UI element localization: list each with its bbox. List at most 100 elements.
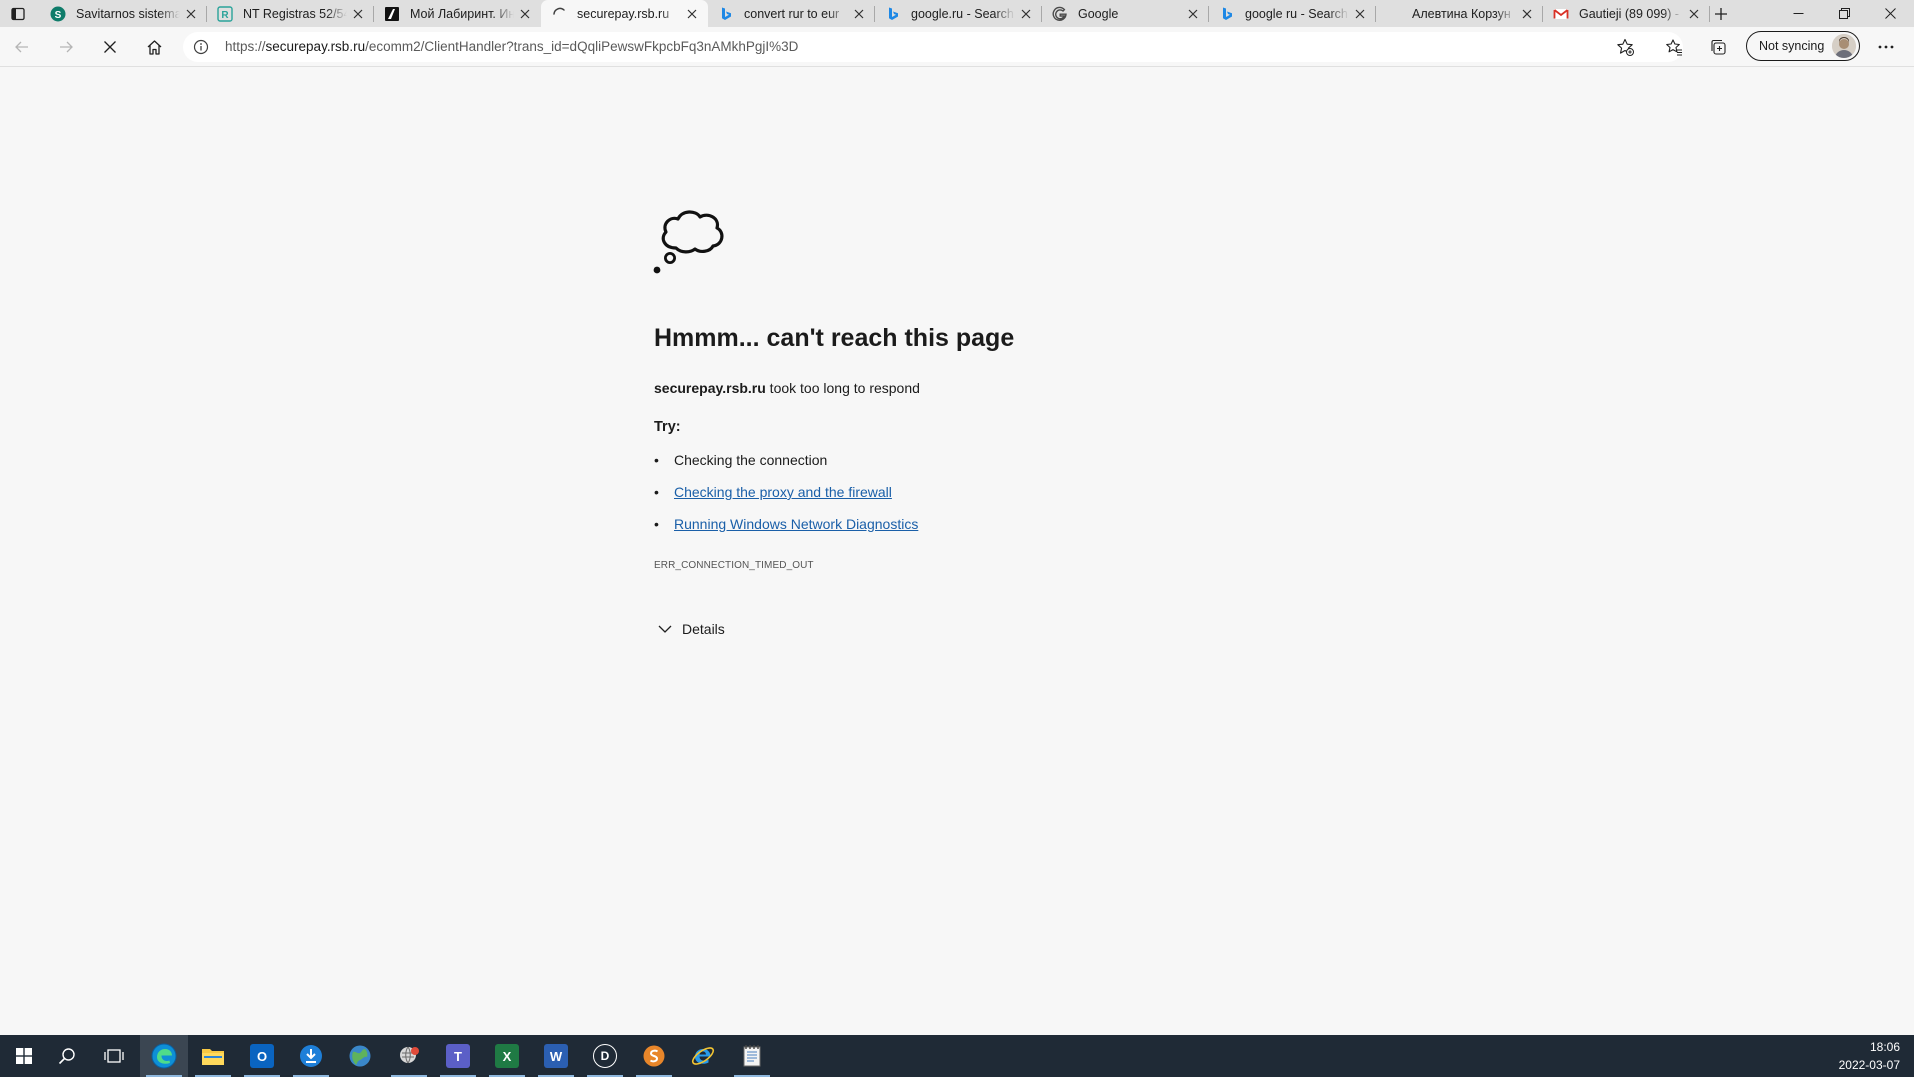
url-host: securepay.rsb.ru: [265, 39, 366, 54]
tab-nt-registras[interactable]: R NT Registras 52/54: [207, 0, 374, 27]
tab-gautieji[interactable]: Gautieji (89 099) -: [1543, 0, 1710, 27]
google-icon: [1052, 6, 1068, 22]
bing-icon: [1219, 6, 1235, 22]
app-orange-icon[interactable]: [630, 1035, 678, 1077]
s-green-icon: S: [50, 6, 66, 22]
browser-toolbar: https://securepay.rsb.ru/ecomm2/ClientHa…: [0, 27, 1914, 67]
forward-icon[interactable]: [50, 31, 82, 63]
tab-title: Savitarnos sistema: [76, 6, 180, 21]
app-globe-icon[interactable]: [385, 1035, 433, 1077]
tab-close-icon[interactable]: [1349, 4, 1371, 24]
suggestion-item: • Running Windows Network Diagnostics: [654, 516, 918, 532]
edge-taskbar-icon[interactable]: [140, 1035, 188, 1077]
tab-google-ru-search[interactable]: google.ru - Search: [875, 0, 1042, 27]
tab-title: Мой Лабиринт. Интернет: [410, 6, 514, 21]
notepad-icon[interactable]: [728, 1035, 776, 1077]
tab-title: google ru - Search: [1245, 6, 1348, 21]
url-text[interactable]: https://securepay.rsb.ru/ecomm2/ClientHa…: [225, 39, 798, 54]
back-icon[interactable]: [6, 31, 38, 63]
tab-alevtina[interactable]: Алевтина Корзун: [1376, 0, 1543, 27]
tab-title: Google: [1078, 6, 1119, 21]
tab-securepay[interactable]: securepay.rsb.ru: [541, 0, 708, 27]
bing-icon: [885, 6, 901, 22]
clock-date: 2022-03-07: [1838, 1058, 1900, 1072]
suggestion-item: • Checking the proxy and the firewall: [654, 484, 892, 500]
loading-spinner-icon: [551, 6, 567, 22]
excel-icon[interactable]: X: [483, 1035, 531, 1077]
new-tab-icon[interactable]: [1708, 2, 1734, 25]
tab-close-icon[interactable]: [1516, 4, 1538, 24]
tab-savitarnos[interactable]: S Savitarnos sistema: [40, 0, 207, 27]
tab-actions-icon[interactable]: [6, 3, 30, 25]
proxy-firewall-link[interactable]: Checking the proxy and the firewall: [674, 484, 892, 500]
tab-title: convert rur to eur: [744, 6, 840, 21]
browser-globe-icon[interactable]: [287, 1035, 335, 1077]
error-host: securepay.rsb.ru: [654, 380, 766, 396]
tab-close-icon[interactable]: [1182, 4, 1204, 24]
tab-google[interactable]: Google: [1042, 0, 1209, 27]
error-message-text: took too long to respond: [765, 380, 920, 396]
gmail-icon: [1553, 6, 1569, 22]
word-icon[interactable]: W: [532, 1035, 580, 1077]
close-window-icon[interactable]: [1867, 0, 1913, 27]
outlook-icon[interactable]: O: [238, 1035, 286, 1077]
try-label: Try:: [654, 419, 681, 435]
tab-title: NT Registras 52/54: [243, 6, 347, 21]
tab-title: Gautieji (89 099) -: [1579, 6, 1680, 21]
chevron-down-icon: [654, 619, 676, 639]
svg-text:R: R: [221, 10, 229, 21]
restore-icon[interactable]: [1821, 0, 1867, 27]
avatar: [1832, 34, 1856, 58]
clock-time: 18:06: [1869, 1040, 1900, 1054]
blank-favicon-icon: [1386, 6, 1402, 22]
details-button[interactable]: Details: [654, 617, 725, 641]
globe-network-icon[interactable]: [336, 1035, 384, 1077]
add-favorite-icon[interactable]: [1613, 36, 1637, 58]
url-path: /ecomm2/ClientHandler?trans_id=dQqliPews…: [365, 39, 799, 54]
tab-labirint[interactable]: Мой Лабиринт. Интернет: [374, 0, 541, 27]
file-explorer-icon[interactable]: [189, 1035, 237, 1077]
sync-status-label: Not syncing: [1759, 39, 1825, 53]
tab-convert-rur[interactable]: convert rur to eur: [708, 0, 875, 27]
url-prefix: https://: [225, 39, 266, 54]
network-diagnostics-link[interactable]: Running Windows Network Diagnostics: [674, 516, 918, 532]
minimize-icon[interactable]: [1775, 0, 1821, 27]
tab-close-icon[interactable]: [848, 4, 870, 24]
tab-close-icon[interactable]: [180, 4, 202, 24]
tab-title: Алевтина Корзун: [1412, 6, 1511, 21]
profile-sync-button[interactable]: Not syncing: [1746, 31, 1860, 61]
site-info-icon[interactable]: [191, 37, 211, 57]
settings-more-icon[interactable]: [1870, 31, 1902, 63]
thought-cloud-icon: [653, 210, 724, 274]
bullet: •: [654, 484, 659, 500]
system-clock[interactable]: 18:06 2022-03-07: [1839, 1038, 1900, 1074]
tab-close-icon[interactable]: [347, 4, 369, 24]
tab-google-ru-search-2[interactable]: google ru - Search: [1209, 0, 1376, 27]
tab-title: securepay.rsb.ru: [577, 6, 670, 21]
tab-close-icon[interactable]: [514, 4, 536, 24]
favorites-icon[interactable]: [1658, 31, 1690, 63]
collections-icon[interactable]: [1702, 31, 1734, 63]
page-title: Hmmm... can't reach this page: [654, 324, 1015, 352]
start-windows-icon[interactable]: [0, 1035, 48, 1077]
r-registras-icon: R: [217, 5, 233, 22]
error-message: securepay.rsb.ru took too long to respon…: [654, 380, 920, 396]
error-code: ERR_CONNECTION_TIMED_OUT: [654, 560, 814, 571]
tab-close-icon[interactable]: [1015, 4, 1037, 24]
tab-close-icon[interactable]: [1683, 4, 1705, 24]
app-d-icon[interactable]: D: [581, 1035, 629, 1077]
search-icon[interactable]: [43, 1035, 91, 1077]
internet-explorer-icon[interactable]: [679, 1035, 727, 1077]
tab-strip: S Savitarnos sistema R NT Registras 52/5…: [0, 0, 1914, 27]
bing-icon: [718, 6, 734, 22]
tab-title: google.ru - Search: [911, 6, 1014, 21]
tab-close-icon[interactable]: [681, 4, 703, 24]
taskbar: O T X W D 18:06 2022-03-07: [0, 1035, 1914, 1077]
address-bar[interactable]: https://securepay.rsb.ru/ecomm2/ClientHa…: [183, 32, 1683, 62]
teams-icon[interactable]: T: [434, 1035, 482, 1077]
task-view-icon[interactable]: [90, 1035, 138, 1077]
home-icon[interactable]: [138, 31, 170, 63]
error-page: Hmmm... can't reach this page securepay.…: [0, 68, 1914, 1035]
stop-loading-icon[interactable]: [94, 31, 126, 63]
suggestion-text: Checking the connection: [674, 452, 828, 468]
